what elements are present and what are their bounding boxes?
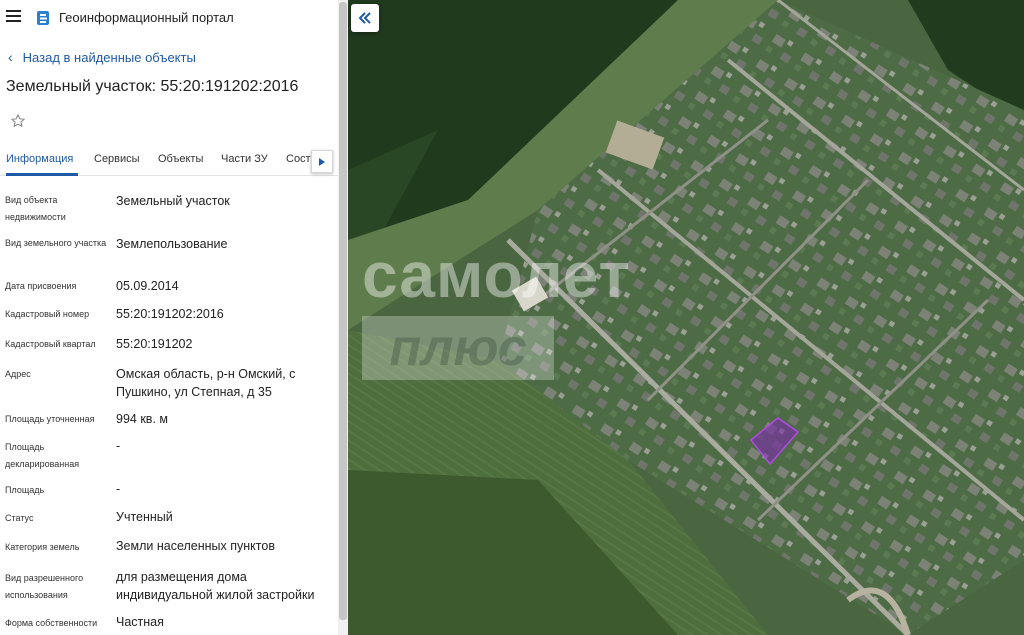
attr-label: Категория земель xyxy=(5,542,80,552)
portal-logo-icon xyxy=(36,10,50,31)
attr-value: Омская область, р-н Омский, с Пушкино, у… xyxy=(116,367,296,399)
attr-label: Площадь декларированная xyxy=(5,442,80,469)
attr-value: Учтенный xyxy=(116,510,173,524)
collapse-panel-button[interactable] xyxy=(351,4,379,32)
attr-value: 05.09.2014 xyxy=(116,279,179,293)
active-tab-indicator xyxy=(6,173,78,176)
attr-label: Кадастровый номер xyxy=(5,309,90,319)
attr-value: для размещения дома индивидуальной жилой… xyxy=(116,570,315,602)
attr-label: Вид разрешенного использования xyxy=(5,573,84,600)
tab-objects[interactable]: Объекты xyxy=(158,153,203,165)
attr-label: Адрес xyxy=(5,369,31,379)
attr-label: Площадь xyxy=(5,485,45,495)
tab-services[interactable]: Сервисы xyxy=(94,153,140,165)
tab-bar: Информация Сервисы Объекты Части ЗУ Сост… xyxy=(0,148,348,176)
attr-value: 55:20:191202 xyxy=(116,337,193,351)
attr-label: Площадь уточненная xyxy=(5,414,95,424)
attr-label: Вид земельного участка xyxy=(5,238,107,248)
attr-label: Статус xyxy=(5,513,34,523)
app-title: Геоинформационный портал xyxy=(59,10,234,25)
watermark-text: самолет xyxy=(362,239,631,311)
info-panel: Геоинформационный портал ‹ Назад в найде… xyxy=(0,0,348,635)
attr-label: Кадастровый квартал xyxy=(5,339,96,349)
tab-scroll-right-button[interactable] xyxy=(311,150,333,173)
back-link-label: Назад в найденные объекты xyxy=(22,50,196,65)
watermark-subtext: плюс xyxy=(389,319,527,377)
attr-label: Дата присвоения xyxy=(5,281,77,291)
attr-value: - xyxy=(116,439,121,453)
attr-value: Земельный участок xyxy=(116,194,230,208)
double-chevron-left-icon xyxy=(358,12,371,24)
star-outline-icon[interactable] xyxy=(10,113,26,134)
attr-label: Форма собственности xyxy=(5,618,98,628)
panel-scrollbar-thumb[interactable] xyxy=(339,2,347,620)
tab-information[interactable]: Информация xyxy=(6,153,73,165)
attr-value: Земли населенных пунктов xyxy=(116,539,275,553)
attr-value: 994 кв. м xyxy=(116,412,168,426)
page-title: Земельный участок: 55:20:191202:2016 xyxy=(6,78,299,95)
hamburger-icon[interactable] xyxy=(6,10,21,24)
chevron-left-icon: ‹ xyxy=(8,49,13,65)
back-to-results-link[interactable]: ‹ Назад в найденные объекты xyxy=(8,50,196,65)
watermark-badge: плюс xyxy=(362,316,554,380)
tab-parcel-parts[interactable]: Части ЗУ xyxy=(221,153,268,165)
attr-value: 55:20:191202:2016 xyxy=(116,307,224,321)
attr-value: Землепользование xyxy=(116,237,228,251)
top-bar: Геоинформационный портал xyxy=(0,0,348,36)
attr-label: Вид объекта недвижимости xyxy=(5,195,66,222)
attr-value: Частная xyxy=(116,615,164,629)
triangle-right-icon xyxy=(319,157,325,166)
attr-value: - xyxy=(116,482,121,496)
